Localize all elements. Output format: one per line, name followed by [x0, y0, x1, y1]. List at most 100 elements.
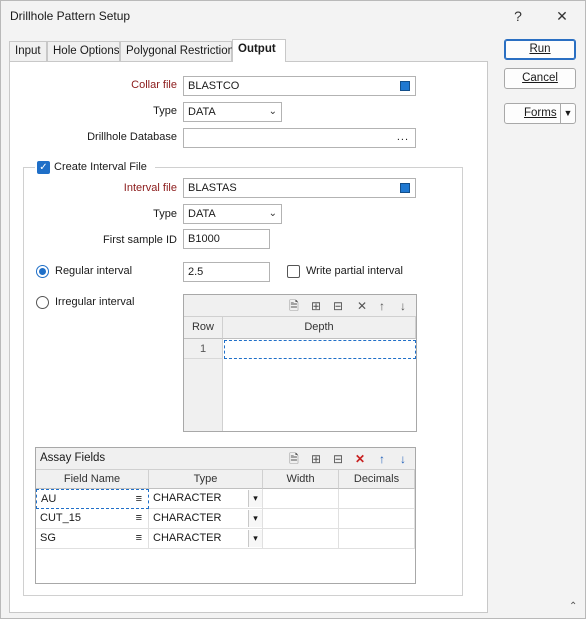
interval-file-field[interactable]: BLASTAS	[183, 178, 416, 198]
assay-name-cell[interactable]: CUT_15 ≡	[36, 509, 149, 529]
type-value: CHARACTER	[153, 532, 222, 544]
close-button[interactable]: ✕	[547, 5, 577, 27]
cancel-button[interactable]: Cancel	[504, 68, 576, 89]
dialog-window: Drillhole Pattern Setup ? ✕ Input Hole O…	[0, 0, 586, 619]
field-name-value: AU	[41, 493, 57, 505]
first-sample-value: B1000	[188, 233, 220, 245]
interval-file-label: Interval file	[123, 182, 177, 194]
collar-file-label: Collar file	[131, 79, 177, 91]
write-partial-checkbox[interactable]	[287, 265, 300, 278]
new-document-icon[interactable]: 🗎	[286, 298, 302, 314]
collar-file-field[interactable]: BLASTCO	[183, 76, 416, 96]
field-name-value: CUT_15	[40, 512, 81, 524]
window-title: Drillhole Pattern Setup	[10, 9, 131, 23]
assay-name-cell[interactable]: SG ≡	[36, 529, 149, 549]
interval-file-value: BLASTAS	[188, 182, 237, 194]
depth-grid-toolbar: 🗎 ⊞ ⊟ ✕ ↑ ↓	[184, 295, 416, 317]
type-value: CHARACTER	[153, 492, 222, 504]
column-header-width: Width	[263, 470, 339, 489]
row-number: 1	[184, 339, 223, 359]
chevron-down-icon[interactable]: ▼	[560, 104, 575, 123]
resize-grip-icon[interactable]: ⌃	[569, 601, 577, 612]
collar-type-value: DATA	[188, 106, 216, 118]
drillhole-db-field[interactable]: ...	[183, 128, 416, 148]
chevron-down-icon: ⌄	[268, 106, 277, 117]
new-document-icon[interactable]: 🗎	[286, 451, 302, 467]
interval-type-value: DATA	[188, 208, 216, 220]
regular-interval-field[interactable]: 2.5	[183, 262, 270, 282]
chevron-down-icon[interactable]: ▾	[248, 530, 262, 547]
browse-button[interactable]: ...	[397, 129, 409, 146]
assay-type-cell[interactable]: CHARACTER ▾	[149, 529, 263, 549]
chevron-down-icon[interactable]: ▾	[248, 510, 262, 527]
arrow-up-icon[interactable]: ↑	[374, 298, 390, 314]
column-header-depth: Depth	[223, 317, 416, 339]
delete-icon[interactable]: ✕	[352, 451, 368, 467]
assay-width-cell[interactable]	[263, 509, 339, 529]
column-header-field-name: Field Name	[36, 470, 149, 489]
forms-button-label: Forms	[524, 107, 557, 119]
assay-decimals-cell[interactable]	[339, 509, 415, 529]
depth-grid: 🗎 ⊞ ⊟ ✕ ↑ ↓ Row Depth 1	[183, 294, 417, 432]
file-picker-icon[interactable]	[400, 81, 410, 91]
delete-icon[interactable]: ✕	[354, 298, 370, 314]
assay-type-cell[interactable]: CHARACTER ▾	[149, 489, 263, 509]
list-icon[interactable]: ≡	[136, 490, 142, 508]
irregular-interval-radio[interactable]	[36, 296, 49, 309]
assay-decimals-cell[interactable]	[339, 529, 415, 549]
output-panel: Collar file BLASTCO Type DATA ⌄ Drillhol…	[9, 61, 488, 613]
chevron-down-icon: ⌄	[268, 208, 277, 219]
cancel-button-label: Cancel	[522, 72, 558, 84]
regular-interval-value: 2.5	[188, 266, 204, 278]
interval-type-label: Type	[153, 208, 177, 220]
column-header-type: Type	[149, 470, 263, 489]
collar-file-value: BLASTCO	[188, 80, 240, 92]
write-partial-label: Write partial interval	[306, 265, 403, 277]
groupbox-caption: ✓ Create Interval File	[35, 160, 155, 176]
forms-button[interactable]: Forms ▼	[504, 103, 576, 124]
tab-output[interactable]: Output	[232, 39, 286, 62]
tab-hole-options[interactable]: Hole Options	[47, 41, 120, 61]
insert-row-icon[interactable]: ⊞	[308, 298, 324, 314]
tab-polygonal-restriction[interactable]: Polygonal Restriction	[120, 41, 234, 61]
regular-interval-radio[interactable]	[36, 265, 49, 278]
collar-type-select[interactable]: DATA ⌄	[183, 102, 282, 122]
first-sample-field[interactable]: B1000	[183, 229, 270, 249]
help-button[interactable]: ?	[503, 5, 533, 27]
chevron-down-icon[interactable]: ▾	[248, 490, 262, 507]
assay-fields-title: Assay Fields	[40, 452, 106, 464]
assay-width-cell[interactable]	[263, 489, 339, 509]
append-row-icon[interactable]: ⊟	[330, 451, 346, 467]
arrow-down-icon[interactable]: ↓	[395, 298, 411, 314]
title-bar: Drillhole Pattern Setup ? ✕	[1, 1, 585, 31]
column-header-decimals: Decimals	[339, 470, 415, 489]
collar-type-label: Type	[153, 105, 177, 117]
field-name-value: SG	[40, 532, 56, 544]
run-button[interactable]: Run	[504, 39, 576, 60]
tab-input[interactable]: Input	[9, 41, 47, 61]
type-value: CHARACTER	[153, 512, 222, 524]
insert-row-icon[interactable]: ⊞	[308, 451, 324, 467]
file-picker-icon[interactable]	[400, 183, 410, 193]
first-sample-label: First sample ID	[103, 234, 177, 246]
assay-type-cell[interactable]: CHARACTER ▾	[149, 509, 263, 529]
depth-cell[interactable]	[224, 340, 416, 359]
arrow-down-icon[interactable]: ↓	[395, 451, 411, 467]
drillhole-db-label: Drillhole Database	[87, 131, 177, 143]
assay-toolbar: Assay Fields 🗎 ⊞ ⊟ ✕ ↑ ↓	[36, 448, 415, 470]
assay-width-cell[interactable]	[263, 529, 339, 549]
irregular-interval-label: Irregular interval	[55, 296, 135, 308]
list-icon[interactable]: ≡	[136, 529, 142, 548]
regular-interval-label: Regular interval	[55, 265, 133, 277]
list-icon[interactable]: ≡	[136, 509, 142, 528]
arrow-up-icon[interactable]: ↑	[374, 451, 390, 467]
assay-name-cell[interactable]: AU ≡	[36, 489, 149, 509]
append-row-icon[interactable]: ⊟	[330, 298, 346, 314]
interval-type-select[interactable]: DATA ⌄	[183, 204, 282, 224]
column-header-row: Row	[184, 317, 223, 339]
create-interval-label: Create Interval File	[54, 161, 147, 173]
create-interval-checkbox[interactable]: ✓	[37, 161, 50, 174]
assay-decimals-cell[interactable]	[339, 489, 415, 509]
assay-fields-grid: Assay Fields 🗎 ⊞ ⊟ ✕ ↑ ↓ Field Name Type…	[35, 447, 416, 584]
run-button-label: Run	[529, 43, 551, 55]
